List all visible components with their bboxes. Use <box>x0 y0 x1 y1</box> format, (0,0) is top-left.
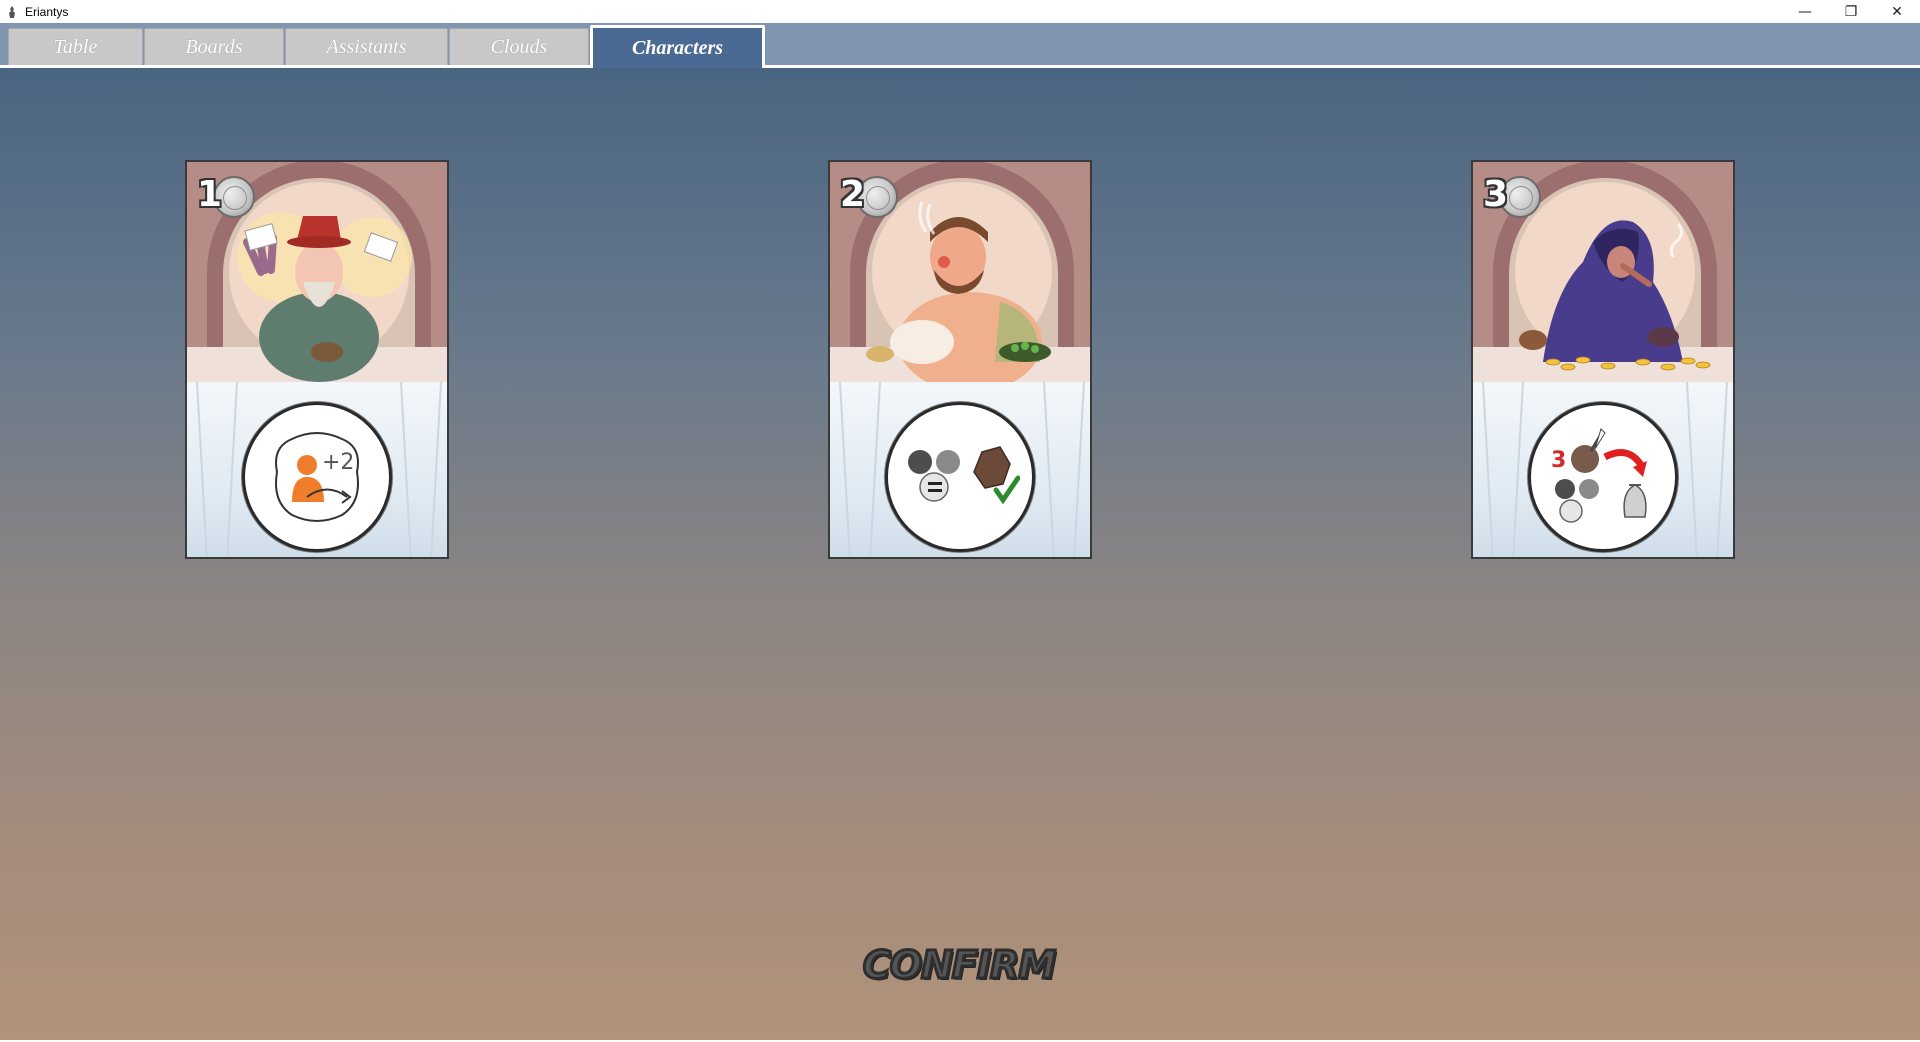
tab-clouds[interactable]: Clouds <box>449 28 589 66</box>
tab-characters[interactable]: Characters <box>590 25 765 68</box>
students-to-bag-icon: 3 <box>1528 402 1678 552</box>
confirm-button[interactable]: CONFIRM <box>861 940 1057 990</box>
card-cost: 1 <box>197 174 223 215</box>
confirm-label: CONFIRM <box>861 942 1057 989</box>
window-title: Eriantys <box>25 4 69 19</box>
character-card-1[interactable]: +2 1 <box>185 160 449 559</box>
card-effect-area: +2 <box>187 382 447 557</box>
characters-panel: +2 1 2 3 3 CONFIRM <box>0 68 1920 1040</box>
title-bar: Eriantys — ❐ ✕ <box>0 0 1920 23</box>
card-effect-area: 3 <box>1473 382 1733 557</box>
restore-button[interactable]: ❐ <box>1828 0 1874 23</box>
character-card-2[interactable]: 2 <box>828 160 1092 559</box>
effect-badge: +2 <box>322 450 354 475</box>
card-cost: 2 <box>840 174 866 215</box>
window-controls: — ❐ ✕ <box>1782 0 1920 23</box>
tab-strip: Table Boards Assistants Clouds Character… <box>0 23 1920 68</box>
tab-assistants[interactable]: Assistants <box>285 28 448 66</box>
character-card-3[interactable]: 3 3 <box>1471 160 1735 559</box>
tab-table[interactable]: Table <box>8 28 143 66</box>
minimize-button[interactable]: — <box>1782 0 1828 23</box>
card-cost: 3 <box>1483 174 1509 215</box>
tab-boards[interactable]: Boards <box>144 28 284 66</box>
influence-plus-two-icon: +2 <box>242 402 392 552</box>
students-equal-tower-check-icon <box>885 402 1035 552</box>
app-icon <box>4 4 20 20</box>
effect-badge: 3 <box>1551 448 1566 473</box>
card-effect-area <box>830 382 1090 557</box>
close-button[interactable]: ✕ <box>1874 0 1920 23</box>
